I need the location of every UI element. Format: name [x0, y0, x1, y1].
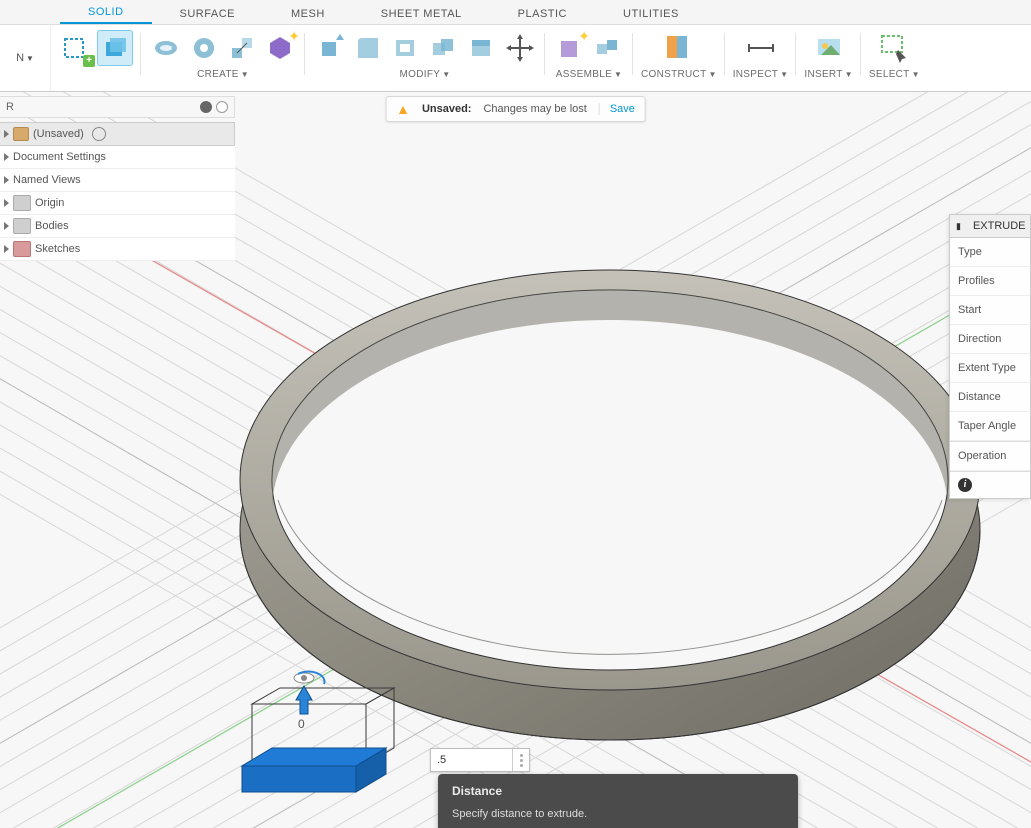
expand-icon[interactable]	[4, 199, 9, 207]
combine-icon[interactable]	[427, 31, 461, 65]
browser-panel: R (Unsaved) Document Settings Named View…	[0, 96, 235, 261]
expand-icon[interactable]	[4, 130, 9, 138]
insert-icon[interactable]	[810, 29, 848, 67]
tab-surface[interactable]: SURFACE	[152, 4, 263, 24]
warning-icon: ▲	[396, 101, 410, 117]
browser-item-doc-settings[interactable]: Document Settings	[0, 146, 235, 169]
browser-header[interactable]: R	[0, 96, 235, 118]
svg-text:0: 0	[298, 717, 305, 731]
tab-solid[interactable]: SOLID	[60, 2, 152, 24]
ribbon-label-construct[interactable]: CONSTRUCT▼	[641, 69, 717, 80]
distance-value[interactable]: .5	[431, 754, 512, 766]
loft-icon[interactable]	[225, 31, 259, 65]
panel-row-operation[interactable]: Operation	[950, 441, 1030, 471]
tab-mesh[interactable]: MESH	[263, 4, 353, 24]
sketch-folder-icon	[13, 241, 31, 257]
tab-plastic[interactable]: PLASTIC	[490, 4, 595, 24]
distance-input[interactable]: .5	[430, 748, 530, 772]
panel-footer: i	[950, 471, 1030, 498]
press-pull-icon[interactable]	[313, 31, 347, 65]
panel-row-extent[interactable]: Extent Type	[950, 354, 1030, 383]
design-dropdown[interactable]: N▼	[0, 25, 51, 91]
browser-item-named-views[interactable]: Named Views	[0, 169, 235, 192]
panel-row-distance[interactable]: Distance	[950, 383, 1030, 412]
ribbon-label-assemble[interactable]: ASSEMBLE▼	[556, 69, 623, 80]
measure-icon[interactable]	[742, 29, 780, 67]
extrude-feature[interactable]: 0	[228, 668, 428, 828]
new-component-icon[interactable]: ✦	[553, 31, 587, 65]
new-sketch-icon[interactable]: +	[59, 31, 93, 65]
panel-row-start[interactable]: Start	[950, 296, 1030, 325]
panel-row-type[interactable]: Type	[950, 238, 1030, 267]
panel-row-profiles[interactable]: Profiles	[950, 267, 1030, 296]
revolve-icon[interactable]	[149, 31, 183, 65]
extrude-panel: ▮ EXTRUDE Type Profiles Start Direction …	[949, 214, 1031, 499]
joint-icon[interactable]	[591, 31, 625, 65]
expand-icon[interactable]	[4, 176, 9, 184]
visibility-toggle[interactable]	[92, 127, 106, 141]
primitive-icon[interactable]: ✦	[263, 31, 297, 65]
expand-icon[interactable]	[4, 222, 9, 230]
ribbon-label-modify[interactable]: MODIFY▼	[400, 69, 451, 80]
workspace-tabs: SOLID SURFACE MESH SHEET METAL PLASTIC U…	[0, 0, 1031, 24]
shell-icon[interactable]	[389, 31, 423, 65]
expand-icon[interactable]	[4, 245, 9, 253]
move-icon[interactable]	[503, 31, 537, 65]
save-link[interactable]: Save	[599, 103, 635, 115]
browser-item-bodies[interactable]: Bodies	[0, 215, 235, 238]
browser-root[interactable]: (Unsaved)	[0, 122, 235, 146]
input-grip-icon[interactable]	[512, 749, 529, 771]
construct-plane-icon[interactable]	[660, 29, 698, 67]
sweep-icon[interactable]	[187, 31, 221, 65]
tooltip-title: Distance	[452, 784, 784, 798]
info-icon[interactable]: i	[958, 478, 972, 492]
panel-row-direction[interactable]: Direction	[950, 325, 1030, 354]
ribbon-label-select[interactable]: SELECT▼	[869, 69, 920, 80]
tab-sheet-metal[interactable]: SHEET METAL	[353, 4, 490, 24]
extrude-icon[interactable]	[97, 30, 133, 66]
browser-item-origin[interactable]: Origin	[0, 192, 235, 215]
unsaved-banner: ▲ Unsaved: Changes may be lost Save	[385, 96, 646, 122]
component-icon	[13, 127, 29, 141]
unsaved-msg: Changes may be lost	[483, 103, 586, 115]
ribbon-label-insert[interactable]: INSERT▼	[804, 69, 853, 80]
folder-icon	[13, 195, 31, 211]
tooltip-body: Specify distance to extrude.	[452, 808, 784, 820]
select-icon[interactable]	[875, 29, 913, 67]
ribbon-label-create[interactable]: CREATE▼	[197, 69, 249, 80]
panel-header[interactable]: ▮ EXTRUDE	[950, 215, 1030, 238]
fillet-icon[interactable]	[351, 31, 385, 65]
panel-row-taper[interactable]: Taper Angle	[950, 412, 1030, 441]
unsaved-title: Unsaved:	[422, 103, 472, 115]
browser-item-sketches[interactable]: Sketches	[0, 238, 235, 261]
ribbon: N▼ + ✦	[0, 24, 1031, 92]
ribbon-label-inspect[interactable]: INSPECT▼	[733, 69, 789, 80]
draft-icon[interactable]	[465, 31, 499, 65]
tooltip: Distance Specify distance to extrude.	[438, 774, 798, 828]
expand-icon[interactable]	[4, 153, 9, 161]
tab-utilities[interactable]: UTILITIES	[595, 4, 707, 24]
folder-icon	[13, 218, 31, 234]
